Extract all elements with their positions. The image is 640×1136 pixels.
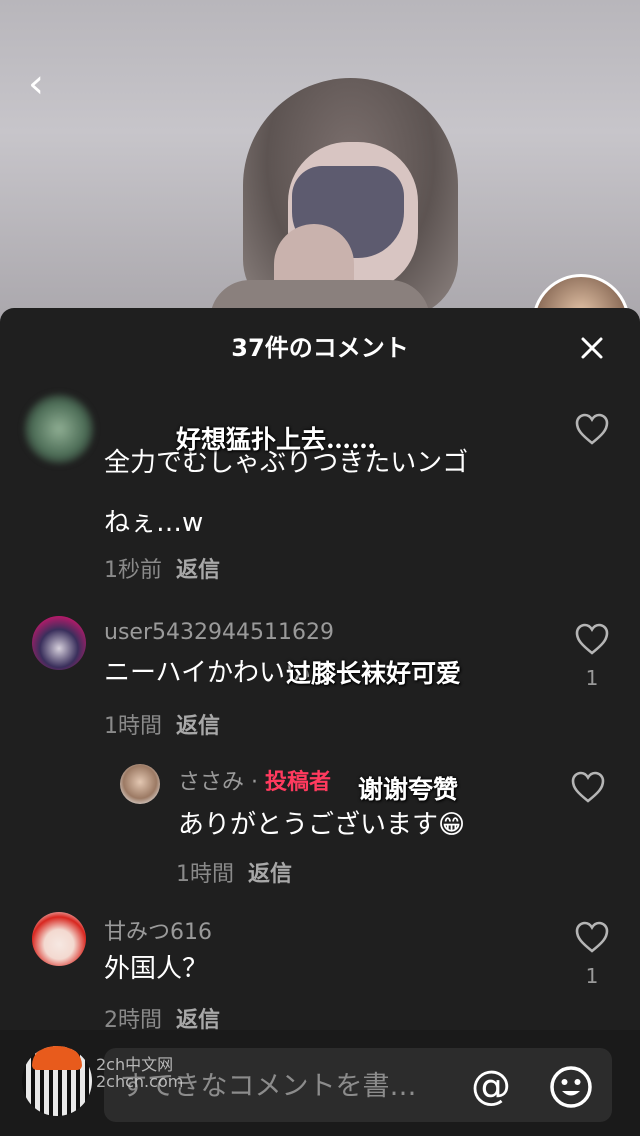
creator-reply-avatar[interactable]	[120, 764, 160, 804]
reply-button[interactable]: 返信	[248, 862, 292, 887]
back-icon[interactable]: ‹	[28, 60, 68, 108]
like-count: 1	[585, 964, 599, 988]
like-count: 1	[585, 666, 599, 690]
comment-time: 1時間	[104, 714, 162, 739]
emoji-icon[interactable]	[546, 1062, 596, 1112]
reply-username[interactable]: ささみ	[178, 770, 244, 795]
translation-overlay: 过膝长袜好可爱	[286, 659, 462, 688]
commenter-avatar[interactable]	[24, 394, 94, 464]
heart-icon	[575, 623, 609, 655]
like-button[interactable]	[572, 412, 612, 446]
reply-meta: 1時間 返信	[176, 856, 292, 888]
watermark-line: 2ch中文网	[96, 1055, 174, 1074]
like-button[interactable]: 1	[572, 622, 612, 690]
heart-icon	[575, 413, 609, 445]
commenter-avatar[interactable]	[32, 912, 86, 966]
heart-icon	[571, 771, 605, 803]
reply-username-row: ささみ · 投稿者	[178, 764, 331, 796]
reply-button[interactable]: 返信	[176, 714, 220, 739]
comment-item: user5432944511629 ニーハイかわいい 1時間 返信 1 过膝长袜好…	[0, 608, 640, 748]
commenter-avatar[interactable]	[32, 616, 86, 670]
translation-overlay: 好想猛扑上去……	[176, 425, 377, 454]
watermark: 2ch中文网 2chcn.com	[96, 1056, 183, 1090]
comment-text: ニーハイかわいい	[104, 658, 311, 688]
separator-dot: ·	[251, 770, 259, 795]
comment-username[interactable]: user5432944511629	[104, 620, 334, 645]
comment-text: 外国人？	[104, 954, 209, 984]
heart-icon	[575, 921, 609, 953]
comment-text-line: ねぇ…w	[104, 508, 204, 538]
comment-time: 1秒前	[104, 558, 162, 583]
close-icon[interactable]	[574, 330, 610, 366]
comment-item: 全力でむしゃぶりつきたいンゴ ねぇ…w 1秒前 返信 好想猛扑上去……	[0, 388, 640, 588]
like-button[interactable]	[568, 770, 608, 804]
video-background	[0, 0, 640, 330]
author-badge: 投稿者	[265, 770, 332, 795]
reply-button[interactable]: 返信	[176, 558, 220, 583]
comment-meta: 1秒前 返信	[104, 552, 220, 584]
mention-icon[interactable]: @	[466, 1062, 516, 1112]
translation-overlay: 谢谢夸赞	[358, 775, 459, 804]
watermark-line: 2chcn.com	[96, 1072, 184, 1091]
comment-item: 甘みつ616 外国人？ 2時間 返信 1	[0, 906, 640, 1036]
comment-count-title: 37件のコメント	[231, 334, 409, 362]
reply-item: ささみ · 投稿者 ありがとうございます😁 1時間 返信 谢谢夸赞	[0, 758, 640, 888]
comment-meta: 1時間 返信	[104, 708, 220, 740]
reply-time: 1時間	[176, 862, 234, 887]
like-button[interactable]: 1	[572, 920, 612, 988]
comment-sheet: 37件のコメント 全力でむしゃぶりつきたいンゴ ねぇ…w 1秒前 返信 好想猛扑上…	[0, 308, 640, 1136]
my-avatar	[22, 1046, 92, 1116]
